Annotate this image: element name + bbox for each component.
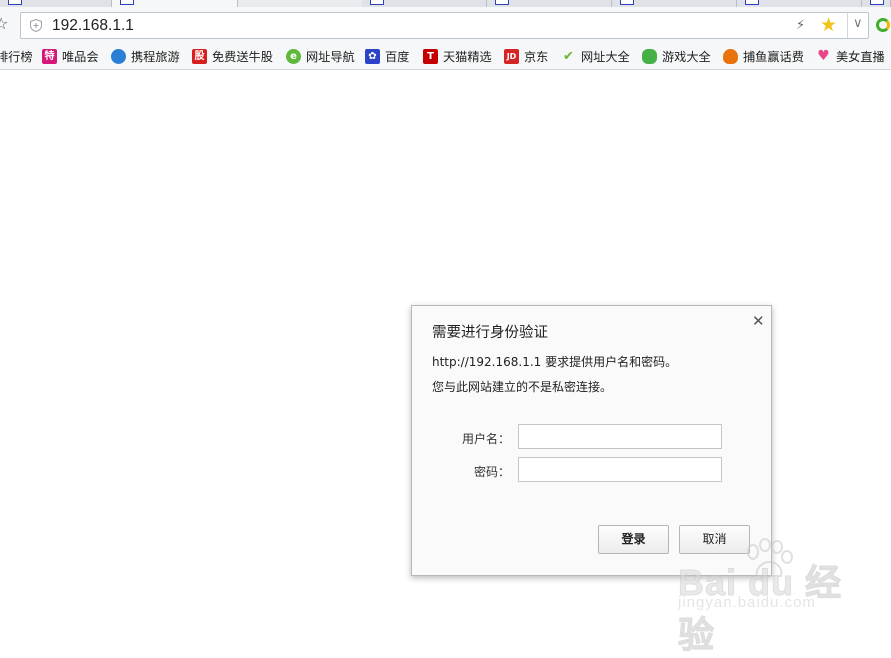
url-text[interactable]: 192.168.1.1 [52, 17, 134, 35]
bookmark-label: 排行榜 [0, 50, 33, 64]
login-button[interactable]: 登录 [598, 525, 669, 554]
bookmark-label: 网址导航 [306, 50, 355, 64]
vip-icon: 特 [42, 48, 57, 64]
bookmark-label: 游戏大全 [662, 50, 711, 64]
page-favicon-icon [8, 0, 22, 5]
bookmark-item[interactable]: ✿ 百度 [365, 47, 409, 65]
tmall-icon: T [423, 48, 438, 64]
shield-icon [30, 19, 42, 32]
lightning-icon[interactable]: ⚡ [796, 18, 805, 33]
address-dropdown-button[interactable]: ∨ [847, 13, 870, 38]
bookmark-label: 唯品会 [62, 50, 99, 64]
tab[interactable] [362, 0, 487, 7]
dialog-title: 需要进行身份验证 [432, 325, 548, 341]
bookmark-label: 免费送牛股 [212, 50, 273, 64]
bookmark-label: 京东 [524, 50, 549, 64]
dialog-warning: 您与此网站建立的不是私密连接。 [432, 380, 613, 394]
gamepad-icon [642, 48, 657, 64]
bookmark-item[interactable]: 特 唯品会 [42, 47, 99, 65]
tab[interactable] [612, 0, 737, 7]
bookmark-item[interactable]: 股 免费送牛股 [192, 47, 273, 65]
page-favicon-icon [370, 0, 384, 5]
bookmark-item[interactable]: T 天猫精选 [423, 47, 492, 65]
bookmarks-bar: 排行榜 特 唯品会 携程旅游 股 免费送牛股 e 网址导航 ✿ 百度 T 天猫精… [0, 43, 891, 70]
bookmark-label: 百度 [385, 50, 410, 64]
bookmark-label: 美女直播 [836, 50, 885, 64]
bookmark-label: 网址大全 [581, 50, 630, 64]
browser-extension-icon[interactable] [876, 18, 890, 32]
address-bar[interactable]: 192.168.1.1 ⚡ ★ ∨ [20, 12, 869, 39]
bookmark-label: 捕鱼赢话费 [743, 50, 804, 64]
tab[interactable] [737, 0, 862, 7]
tab[interactable] [0, 0, 112, 7]
page-favicon-icon [495, 0, 509, 5]
bookmark-star-icon[interactable]: ☆ [0, 16, 8, 32]
tab[interactable] [487, 0, 612, 7]
page-favicon-icon [870, 0, 884, 5]
username-label: 用户名： [461, 432, 510, 446]
username-input[interactable] [518, 424, 722, 449]
chevron-down-icon: ∨ [853, 16, 863, 31]
auth-dialog: ✕ 需要进行身份验证 http://192.168.1.1 要求提供用户名和密码… [411, 305, 772, 576]
bookmark-item[interactable]: 游戏大全 [642, 47, 711, 65]
page-favicon-icon [120, 0, 134, 5]
page-favicon-icon [620, 0, 634, 5]
bookmark-label: 天猫精选 [443, 50, 492, 64]
password-input[interactable] [518, 457, 722, 482]
heart-icon: ♥ [817, 47, 830, 64]
jd-icon: JD [504, 48, 519, 64]
watermark-url: jingyan.baidu.com [678, 594, 816, 611]
bookmark-item[interactable]: ♥ 美女直播 [816, 47, 885, 65]
baidu-jingyan-watermark: Bai du 经验 jingyan.baidu.com [678, 538, 878, 656]
tab[interactable] [862, 0, 891, 7]
page-favicon-icon [745, 0, 759, 5]
close-icon[interactable]: ✕ [752, 312, 765, 330]
bookmark-item[interactable]: 捕鱼赢话费 [723, 47, 804, 65]
dialog-message: http://192.168.1.1 要求提供用户名和密码。 [432, 355, 678, 369]
hao-icon: ✔ [563, 48, 574, 64]
ie-icon: e [286, 48, 301, 64]
favorite-star-icon[interactable]: ★ [820, 14, 837, 36]
bookmark-item[interactable]: ✔ 网址大全 [561, 47, 630, 65]
ctrip-icon [111, 48, 126, 64]
fish-icon [723, 48, 738, 64]
bookmark-item[interactable]: JD 京东 [504, 47, 548, 65]
bookmark-item[interactable]: 排行榜 [0, 47, 33, 65]
password-label: 密码： [473, 465, 510, 479]
address-toolbar: ☆ 192.168.1.1 ⚡ ★ ∨ [0, 7, 891, 43]
bookmark-item[interactable]: e 网址导航 [286, 47, 355, 65]
bookmark-label: 携程旅游 [131, 50, 180, 64]
stock-icon: 股 [192, 48, 207, 64]
baidu-paw-icon: ✿ [365, 48, 380, 64]
bookmark-item[interactable]: 携程旅游 [111, 47, 180, 65]
